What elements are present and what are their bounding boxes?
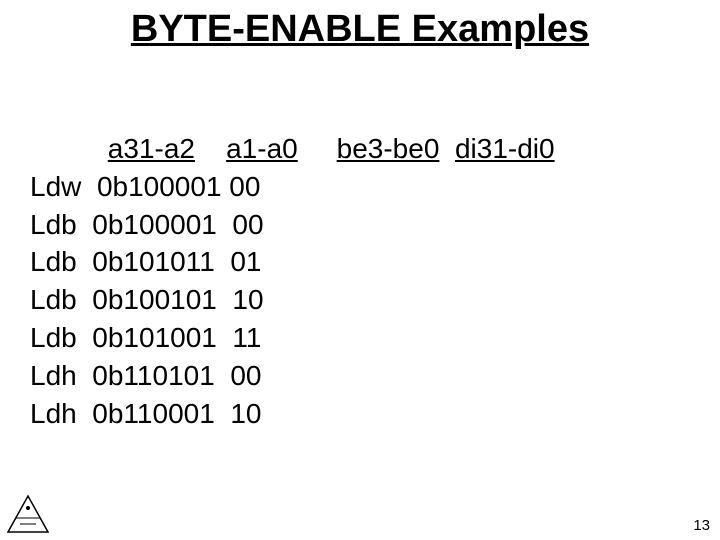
table-row: Ldb 0b100001 00	[30, 206, 555, 244]
cell-instr: Ldb	[30, 209, 77, 240]
cell-a1-a0: 00	[229, 171, 260, 202]
cell-a31-a2: 0b100001	[97, 171, 222, 202]
cell-a31-a2: 0b100101	[92, 284, 217, 315]
table-row: Ldw 0b100001 00	[30, 168, 555, 206]
slide-title: BYTE-ENABLE Examples	[0, 8, 720, 51]
cell-instr: Ldb	[30, 246, 77, 277]
cell-a31-a2: 0b101011	[92, 246, 215, 277]
col-header-be3-be0: be3-be0	[337, 133, 440, 164]
cell-instr: Ldb	[30, 284, 77, 315]
table-row: Ldh 0b110001 10	[30, 395, 555, 433]
cell-a1-a0: 10	[230, 398, 261, 429]
cell-a31-a2: 0b100001	[92, 209, 217, 240]
cell-a31-a2: 0b101001	[92, 322, 217, 353]
col-header-a1-a0: a1-a0	[226, 133, 298, 164]
content-block: a31-a2 a1-a0 be3-be0 di31-di0 Ldw 0b1000…	[30, 130, 555, 432]
table-row: Ldh 0b110101 00	[30, 357, 555, 395]
cell-instr: Ldw	[30, 171, 81, 202]
logo-icon	[6, 494, 50, 534]
cell-a1-a0: 00	[232, 209, 263, 240]
cell-a1-a0: 10	[232, 284, 263, 315]
table-row: Ldb 0b101011 01	[30, 243, 555, 281]
col-header-a31-a2: a31-a2	[108, 133, 195, 164]
header-row: a31-a2 a1-a0 be3-be0 di31-di0	[30, 130, 555, 168]
cell-a1-a0: 00	[230, 360, 261, 391]
col-header-di31-di0: di31-di0	[455, 133, 555, 164]
cell-a1-a0: 01	[230, 246, 261, 277]
table-row: Ldb 0b101001 11	[30, 319, 555, 357]
table-row: Ldb 0b100101 10	[30, 281, 555, 319]
cell-instr: Ldh	[30, 360, 77, 391]
cell-a31-a2: 0b110101	[92, 360, 215, 391]
cell-a31-a2: 0b110001	[92, 398, 215, 429]
cell-instr: Ldh	[30, 398, 77, 429]
cell-instr: Ldb	[30, 322, 77, 353]
cell-a1-a0: 11	[232, 322, 261, 353]
page-number: 13	[693, 517, 710, 534]
slide: BYTE-ENABLE Examples a31-a2 a1-a0 be3-be…	[0, 0, 720, 540]
